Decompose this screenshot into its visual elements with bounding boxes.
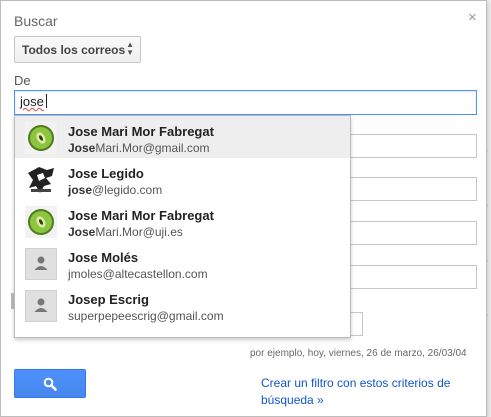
- updown-arrows-icon: ▲ ▼: [126, 40, 134, 57]
- doesnt-have-input[interactable]: [349, 265, 477, 289]
- email-match: Jose: [68, 225, 96, 239]
- kiwi-avatar-icon: [25, 122, 57, 154]
- suggestion-email: superpepeescrig@gmail.com: [68, 309, 224, 323]
- email-rest: @legido.com: [92, 183, 163, 197]
- suggestion-item[interactable]: Josep Escrig superpepeescrig@gmail.com: [15, 284, 350, 326]
- date-hint: por ejemplo, hoy, viernes, 26 de marzo, …: [250, 348, 467, 359]
- search-button[interactable]: [14, 369, 86, 398]
- suggestion-email: JoseMari.Mor@gmail.com: [68, 141, 210, 155]
- email-match: Jose: [68, 141, 96, 155]
- email-rest: superpepeescrig@gmail.com: [68, 309, 224, 323]
- default-person-avatar-icon: [25, 290, 57, 322]
- text-caret: [45, 94, 47, 108]
- from-label: De: [14, 73, 31, 88]
- autocomplete-dropdown: Jose Mari Mor Fabregat JoseMari.Mor@gmai…: [14, 115, 351, 338]
- kiwi-avatar-icon: [25, 206, 57, 238]
- from-input[interactable]: jose: [14, 90, 477, 115]
- suggestion-name: Jose Molés: [68, 250, 139, 265]
- suggestion-name: Jose Mari Mor Fabregat: [68, 208, 214, 223]
- suggestion-name: Josep Escrig: [68, 292, 149, 307]
- search-icon: [43, 377, 57, 391]
- suggestion-email: JoseMari.Mor@uji.es: [68, 225, 183, 239]
- has-words-input[interactable]: [349, 221, 477, 245]
- suggestion-item[interactable]: Jose Mari Mor Fabregat JoseMari.Mor@uji.…: [15, 200, 350, 242]
- email-rest: jmoles@altecastellon.com: [68, 267, 208, 281]
- suggestion-item[interactable]: Jose Legido jose@legido.com: [15, 158, 350, 200]
- suggestion-email: jose@legido.com: [68, 183, 162, 197]
- search-scope-select[interactable]: Todos los correos ▲ ▼: [14, 36, 141, 63]
- close-icon[interactable]: ×: [468, 10, 477, 25]
- suggestion-name: Jose Legido: [68, 166, 144, 181]
- default-person-avatar-icon: [25, 248, 57, 280]
- search-scope-value: Todos los correos: [22, 42, 126, 57]
- dialog-title: Buscar: [14, 13, 58, 29]
- search-dialog: Buscar × Todos los correos ▲ ▼ De jose po…: [0, 0, 487, 417]
- email-match: jose: [68, 183, 93, 197]
- subject-input[interactable]: [349, 177, 477, 201]
- sketch-photo-avatar-icon: [25, 164, 57, 196]
- from-input-value: jose: [20, 94, 44, 109]
- suggestion-email: jmoles@altecastellon.com: [68, 267, 208, 281]
- to-input[interactable]: [349, 134, 477, 158]
- email-rest: Mari.Mor@gmail.com: [95, 141, 210, 155]
- create-filter-link[interactable]: Crear un filtro con estos criterios de b…: [261, 375, 481, 409]
- email-rest: Mari.Mor@uji.es: [95, 225, 183, 239]
- suggestion-name: Jose Mari Mor Fabregat: [68, 124, 214, 139]
- suggestion-item[interactable]: Jose Molés jmoles@altecastellon.com: [15, 242, 350, 284]
- suggestion-item[interactable]: Jose Mari Mor Fabregat JoseMari.Mor@gmai…: [15, 116, 350, 158]
